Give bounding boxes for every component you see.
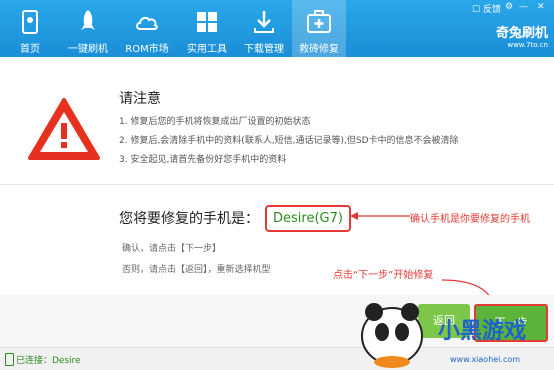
top-nav-bar: 首页 一键刷机 ROM市场 实用工具 下载管理 救砖修复 ☐ 反馈 ⚙ — ✕ …	[0, 0, 554, 57]
annotation-click-next: 点击“下一步”开始修复	[333, 270, 434, 281]
feedback-label: 反馈	[482, 5, 501, 15]
nav-brick-repair-label: 救砖修复	[299, 44, 339, 55]
minimize-button[interactable]: —	[519, 2, 528, 14]
nav-rom-market-label: ROM市场	[125, 44, 169, 55]
home-phone-icon	[22, 10, 38, 34]
feedback-icon: ☐	[472, 5, 481, 15]
nav-download-manager-label: 下载管理	[244, 44, 284, 55]
settings-button[interactable]: ⚙	[505, 2, 513, 14]
brand-logo: 奇兔刷机 www.7to.cn	[496, 22, 548, 49]
nav-home[interactable]: 首页	[0, 0, 60, 57]
nav-one-click-flash[interactable]: 一键刷机	[60, 0, 116, 57]
nav-download-manager[interactable]: 下载管理	[236, 0, 292, 57]
watermark-url: www.xiaohei.com	[450, 355, 521, 364]
nav-tools[interactable]: 实用工具	[178, 0, 236, 57]
minimize-icon: —	[519, 2, 528, 12]
close-button[interactable]: ✕	[537, 2, 545, 14]
warning-list: 1. 修复后您的手机将恢复成出厂设置的初始状态 2. 修复后,会清除手机中的资料…	[119, 113, 459, 170]
connection-status: 已连接：Desire	[16, 356, 81, 366]
warning-item: 3. 安全起见,请首先备份好您手机中的资料	[119, 155, 287, 165]
warning-triangle-icon	[28, 98, 100, 160]
feedback-link[interactable]: ☐ 反馈	[472, 2, 501, 15]
hint-confirm: 确认，请点击【下一步】	[122, 244, 222, 254]
close-icon: ✕	[537, 2, 545, 12]
section-divider	[0, 184, 554, 185]
nav-brick-repair[interactable]: 救砖修复	[292, 0, 346, 57]
brand-name: 奇兔刷机	[495, 26, 548, 41]
cloud-icon	[136, 16, 158, 30]
brand-url: www.7to.cn	[507, 41, 548, 49]
first-aid-kit-icon	[307, 10, 331, 33]
gear-icon: ⚙	[505, 2, 514, 12]
phone-icon	[5, 353, 14, 366]
download-icon	[254, 11, 274, 33]
warning-item: 2. 修复后,会清除手机中的资料(联系人,短信,通话记录等),但SD卡中的信息不…	[119, 136, 459, 146]
grid-icon	[197, 12, 217, 32]
watermark-text: 小黑游戏	[438, 319, 527, 344]
confirm-phone-label: 您将要修复的手机是：	[119, 211, 259, 227]
annotation-arrow	[350, 212, 410, 220]
rocket-icon	[81, 10, 95, 30]
warning-title: 请注意	[119, 91, 161, 107]
phone-model: Desire(G7)	[265, 205, 351, 232]
annotation-confirm-phone: 确认手机是你要修复的手机	[410, 214, 530, 225]
nav-rom-market[interactable]: ROM市场	[116, 0, 178, 57]
hint-deny: 否则，请点击【返回】，重新选择机型	[122, 265, 271, 275]
nav-one-click-flash-label: 一键刷机	[68, 44, 108, 55]
nav-home-label: 首页	[20, 44, 40, 55]
nav-tools-label: 实用工具	[187, 44, 227, 55]
warning-item: 1. 修复后您的手机将恢复成出厂设置的初始状态	[119, 117, 311, 127]
